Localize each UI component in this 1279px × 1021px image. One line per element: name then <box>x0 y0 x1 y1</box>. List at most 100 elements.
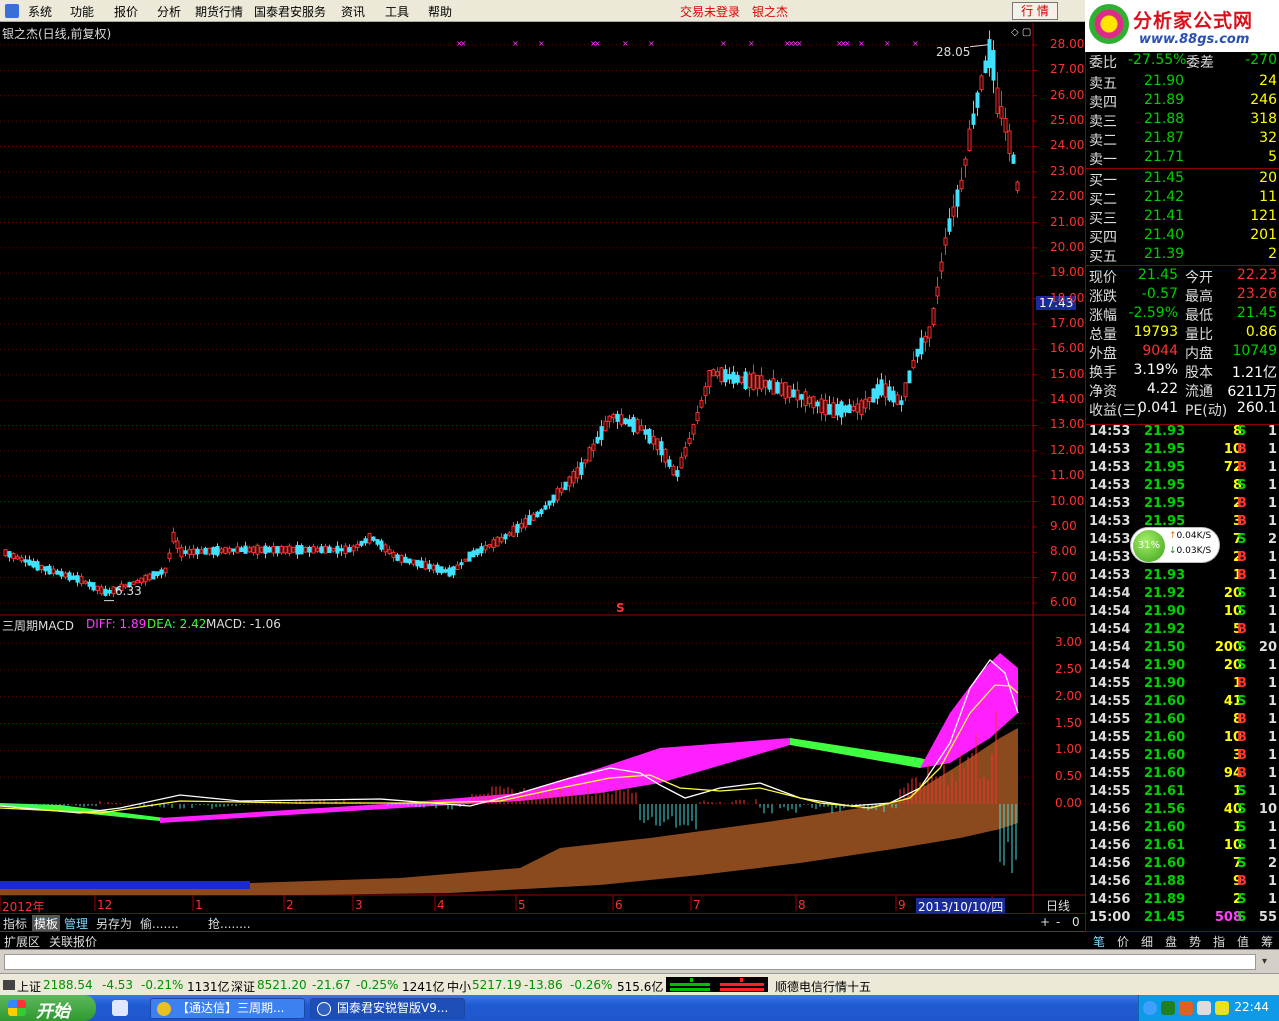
candle-body <box>427 563 432 570</box>
period-label[interactable]: 日线 <box>1046 897 1070 914</box>
scroll-arrow-icon[interactable]: ▾ <box>1262 956 1267 967</box>
tick-row[interactable]: 14:56 21.60 1 S 1 <box>1086 820 1279 838</box>
panel-tab[interactable]: 价 <box>1117 933 1129 950</box>
menu-broker-service[interactable]: 国泰君安服务 <box>254 3 326 20</box>
tick-row[interactable]: 14:54 21.92 20 S 1 <box>1086 586 1279 604</box>
tick-row[interactable]: 14:55 21.60 10 B 1 <box>1086 730 1279 748</box>
taskbar-item-gtja[interactable]: 国泰君安锐智版V9... <box>310 998 465 1019</box>
sz-index-label[interactable]: 深证 <box>231 978 255 995</box>
tray-app-icon[interactable] <box>1179 1001 1193 1015</box>
menu-news[interactable]: 资讯 <box>341 3 365 20</box>
bid-row[interactable]: 买四 21.40 201 <box>1086 227 1279 246</box>
tick-row[interactable]: 14:55 21.60 41 S 1 <box>1086 694 1279 712</box>
window-controls-icon[interactable]: ◇ ▢ <box>1011 27 1031 38</box>
bid-row[interactable]: 买三 21.41 121 <box>1086 208 1279 227</box>
bid-volume: 2 <box>1268 246 1277 262</box>
ask-row[interactable]: 卖四 21.89 246 <box>1086 92 1279 111</box>
chart-area[interactable]: × × × × × × × × × × × × × × × × × × × × 银之杰(日线,前复权) 三周期MACD… <box>0 23 1085 915</box>
tick-row[interactable]: 14:55 21.60 94 B 1 <box>1086 766 1279 784</box>
candle-body <box>147 573 152 581</box>
tick-side: S <box>1237 478 1247 493</box>
bid-row[interactable]: 买二 21.42 11 <box>1086 189 1279 208</box>
zoom-out-button[interactable]: - <box>1056 915 1060 929</box>
tick-row[interactable]: 14:55 21.60 8 B 1 <box>1086 712 1279 730</box>
candle-body <box>383 544 388 553</box>
menu-function[interactable]: 功能 <box>70 3 94 20</box>
tray-network-icon[interactable] <box>1161 1001 1175 1015</box>
tick-row[interactable]: 14:54 21.90 10 S 1 <box>1086 604 1279 622</box>
ask-row[interactable]: 卖五 21.90 24 <box>1086 73 1279 92</box>
tab-manage[interactable]: 管理 <box>64 915 88 932</box>
tick-row[interactable]: 14:53 21.95 72 B 1 <box>1086 460 1279 478</box>
tick-row[interactable]: 14:56 21.61 10 S 1 <box>1086 838 1279 856</box>
menu-analysis[interactable]: 分析 <box>157 3 181 20</box>
tick-side: S <box>1237 910 1247 925</box>
menu-futures[interactable]: 期货行情 <box>195 3 243 20</box>
tick-row[interactable]: 14:56 21.89 2 S 1 <box>1086 892 1279 910</box>
tab-template[interactable]: 模板 <box>32 915 61 932</box>
menu-help[interactable]: 帮助 <box>428 3 452 20</box>
tab-indicator[interactable]: 指标 <box>3 915 27 932</box>
panel-tab[interactable]: 笔 <box>1093 933 1105 950</box>
zoom-in-button[interactable]: + <box>1040 915 1050 929</box>
related-quote-tab[interactable]: 关联报价 <box>49 933 97 950</box>
bid-row[interactable]: 买一 21.45 20 <box>1086 170 1279 189</box>
price-chart[interactable]: ×× × × ×× × × × × ×××× ××× × × × <box>0 23 1085 913</box>
tick-row[interactable]: 14:56 21.60 7 S 2 <box>1086 856 1279 874</box>
candle-body <box>359 540 364 546</box>
zx-index-label[interactable]: 中小 <box>447 978 471 995</box>
tray-security-icon[interactable] <box>1215 1001 1229 1015</box>
tick-row[interactable]: 14:54 21.92 5 B 1 <box>1086 622 1279 640</box>
panel-tab[interactable]: 势 <box>1189 933 1201 950</box>
tick-row[interactable]: 14:53 21.95 8 S 1 <box>1086 478 1279 496</box>
tick-time: 14:54 <box>1089 658 1131 673</box>
tick-time: 14:56 <box>1089 802 1131 817</box>
horizontal-scrollbar[interactable] <box>4 954 1256 970</box>
start-button[interactable]: 开始 <box>0 995 96 1021</box>
taskbar-item-tdx[interactable]: 【通达信】三周期... <box>150 998 305 1019</box>
tick-row[interactable]: 14:55 21.60 3 B 1 <box>1086 748 1279 766</box>
ask-row[interactable]: 卖二 21.87 32 <box>1086 130 1279 149</box>
tick-row[interactable]: 14:53 21.95 2 B 1 <box>1086 496 1279 514</box>
tick-row[interactable]: 14:56 21.88 9 B 1 <box>1086 874 1279 892</box>
tick-row[interactable]: 14:56 21.56 40 S 10 <box>1086 802 1279 820</box>
tick-row[interactable]: 15:00 21.45 508 S 55 <box>1086 910 1279 928</box>
quote-button[interactable]: 行 情 <box>1012 2 1058 20</box>
panel-tab[interactable]: 指 <box>1213 933 1225 950</box>
menu-tools[interactable]: 工具 <box>385 3 409 20</box>
candle-body <box>819 398 824 414</box>
panel-tab[interactable]: 筹 <box>1261 933 1273 950</box>
tick-row[interactable]: 14:53 21.95 10 B 1 <box>1086 442 1279 460</box>
tick-row[interactable]: 14:53 21.93 8 S 1 <box>1086 424 1279 442</box>
tab-custom-2[interactable]: 抢........ <box>208 915 251 932</box>
tick-row[interactable]: 14:54 21.50 200 S 20 <box>1086 640 1279 658</box>
tick-row[interactable]: 14:55 21.61 1 S 1 <box>1086 784 1279 802</box>
tray-volume-icon[interactable] <box>1197 1001 1211 1015</box>
tab-save-as[interactable]: 另存为 <box>96 915 132 932</box>
sh-index-label[interactable]: 上证 <box>17 978 41 995</box>
menu-system[interactable]: 系统 <box>28 3 52 20</box>
panel-tab[interactable]: 细 <box>1141 933 1153 950</box>
tick-row[interactable]: 14:54 21.90 20 S 1 <box>1086 658 1279 676</box>
panel-tab[interactable]: 值 <box>1237 933 1249 950</box>
ask-row[interactable]: 卖三 21.88 318 <box>1086 111 1279 130</box>
panel-tab[interactable]: 盘 <box>1165 933 1177 950</box>
tray-arrow-icon[interactable] <box>1143 1001 1157 1015</box>
candle-body <box>51 568 56 575</box>
extension-area-tab[interactable]: 扩展区 <box>4 933 40 950</box>
trade-login-status[interactable]: 交易未登录 <box>680 3 740 20</box>
tick-price: 21.60 <box>1144 856 1186 871</box>
news-ticker[interactable]: 顺德电信行情十五 <box>775 978 871 995</box>
bid-row[interactable]: 买五 21.39 2 <box>1086 246 1279 265</box>
menu-quote[interactable]: 报价 <box>114 3 138 20</box>
tick-count: 1 <box>1267 820 1277 835</box>
tab-custom-1[interactable]: 偷....... <box>140 915 179 932</box>
candle-body <box>619 414 624 425</box>
reset-button[interactable]: 0 <box>1072 915 1080 929</box>
network-speed-widget[interactable]: 31% ↑0.04K/S ↓0.03K/S <box>1130 527 1220 563</box>
tick-row[interactable]: 14:55 21.90 1 B 1 <box>1086 676 1279 694</box>
tick-row[interactable]: 14:53 21.93 1 B 1 <box>1086 568 1279 586</box>
ask-row[interactable]: 卖一 21.71 5 <box>1086 149 1279 168</box>
quicklaunch-icon[interactable] <box>112 1000 128 1016</box>
taskbar-clock[interactable]: 22:44 <box>1234 1000 1269 1014</box>
